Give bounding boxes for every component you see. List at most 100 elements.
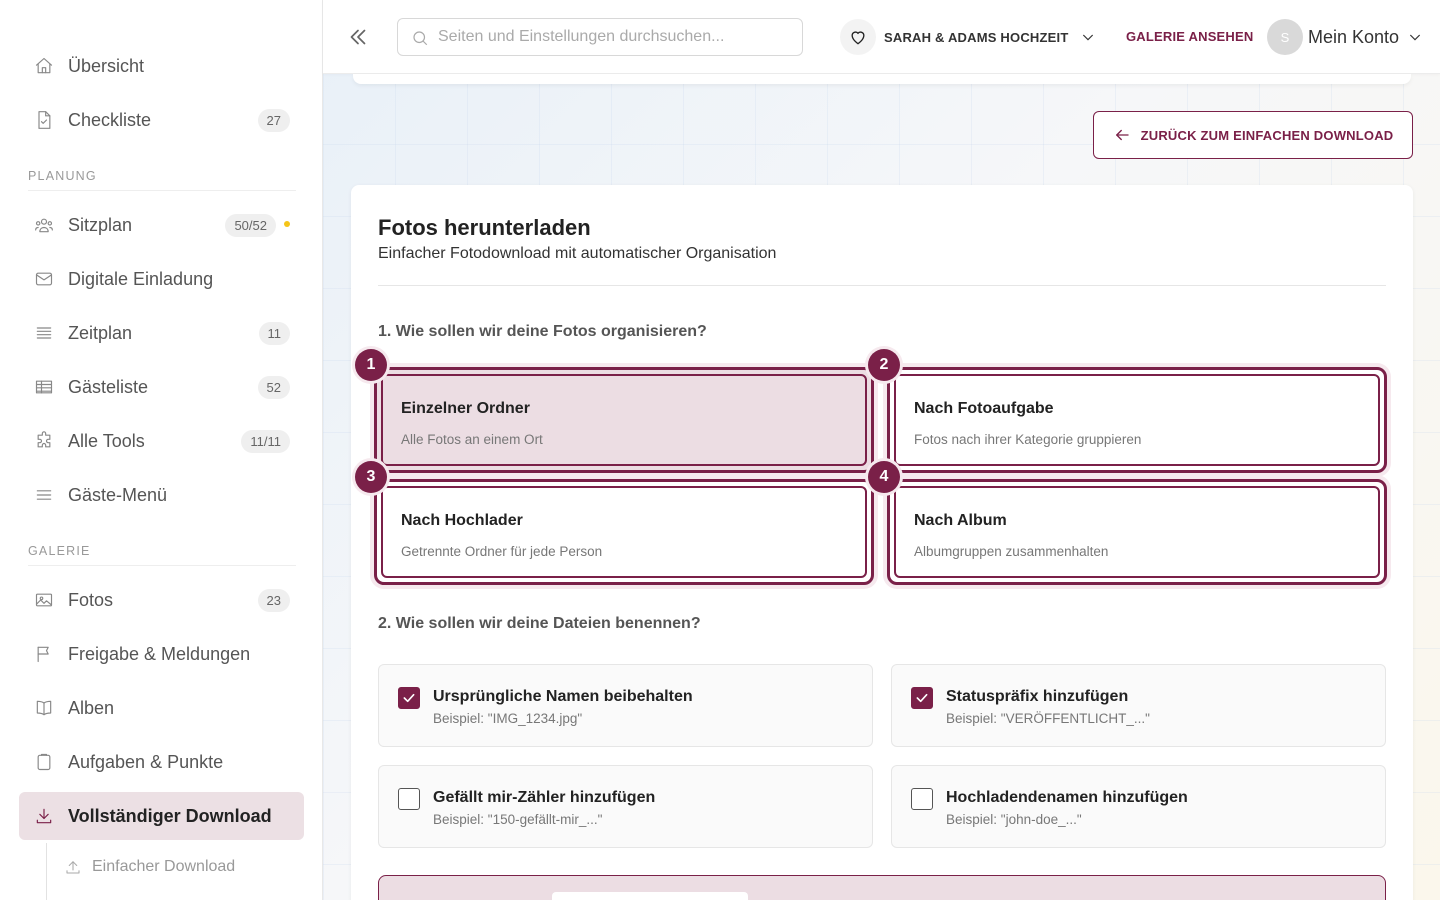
- sidebar-item-label: Digitale Einladung: [68, 268, 214, 289]
- option-single-folder[interactable]: Einzelner Ordner Alle Fotos an einem Ort: [374, 367, 874, 473]
- sidebar-item-label: Aufgaben & Punkte: [68, 751, 224, 772]
- checkbox-title: Statuspräfix hinzufügen: [946, 688, 1129, 705]
- document-check-icon: [33, 109, 55, 131]
- section-title-galerie: GALERIE: [28, 544, 91, 558]
- submenu-line: [46, 843, 47, 900]
- sidebar-item-label: Vollständiger Download: [68, 805, 272, 826]
- upload-icon: [66, 861, 80, 874]
- sidebar-item-checkliste[interactable]: Checkliste 27: [19, 96, 304, 144]
- option-description: Alle Fotos an einem Ort: [401, 432, 543, 447]
- checkbox-title: Hochladendenamen hinzufügen: [946, 789, 1188, 806]
- option-by-uploader[interactable]: Nach Hochlader Getrennte Ordner für jede…: [374, 479, 874, 585]
- option-title: Einzelner Ordner: [401, 400, 530, 417]
- sidebar-item-label: Alle Tools: [68, 430, 145, 451]
- status-dot: [284, 221, 290, 227]
- view-gallery-link[interactable]: GALERIE ANSEHEN: [1126, 29, 1253, 44]
- option-inner-border: [381, 486, 867, 578]
- table-icon: [33, 376, 55, 398]
- check-icon: [916, 693, 928, 703]
- sidebar-item-aufgaben[interactable]: Aufgaben & Punkte: [19, 738, 304, 786]
- puzzle-icon: [33, 430, 55, 452]
- top-bar: SARAH & ADAMS HOCHZEIT GALERIE ANSEHEN S…: [323, 0, 1440, 74]
- home-icon: [33, 55, 55, 77]
- step-number-badge: 2: [868, 349, 900, 381]
- option-title: Nach Album: [914, 512, 1007, 529]
- heart-icon: [840, 19, 876, 55]
- download-card: Fotos herunterladen Einfacher Fotodownlo…: [351, 185, 1413, 900]
- checkbox-example: Beispiel: "150-gefällt-mir_...": [433, 812, 603, 827]
- list-icon: [33, 322, 55, 344]
- sidebar-item-alben[interactable]: Alben: [19, 684, 304, 732]
- checkbox-card-status-prefix[interactable]: Statuspräfix hinzufügen Beispiel: "VERÖF…: [891, 664, 1386, 747]
- sidebar-item-label: Checkliste: [68, 109, 152, 130]
- sidebar-item-fotos[interactable]: Fotos 23: [19, 576, 304, 624]
- count-badge: 52: [257, 376, 290, 399]
- back-to-simple-download-button[interactable]: ZURÜCK ZUM EINFACHEN DOWNLOAD: [1093, 111, 1413, 159]
- option-by-album[interactable]: Nach Album Albumgruppen zusammenhalten: [887, 479, 1387, 585]
- checkbox-example: Beispiel: "john-doe_...": [946, 812, 1082, 827]
- option-inner-border: [894, 486, 1380, 578]
- clipboard-icon: [33, 751, 55, 773]
- count-badge: 50/52: [225, 214, 276, 237]
- option-inner-border: [894, 374, 1380, 466]
- checkbox-example: Beispiel: "IMG_1234.jpg": [433, 711, 583, 726]
- count-badge: 11/11: [241, 430, 290, 453]
- sidebar-item-alle-tools[interactable]: Alle Tools 11/11: [19, 417, 304, 465]
- flag-icon: [33, 643, 55, 665]
- sidebar-subitem-label: Einfacher Download: [92, 858, 236, 875]
- checkbox[interactable]: [911, 687, 933, 709]
- option-inner-border: [381, 374, 867, 466]
- image-icon: [33, 589, 55, 611]
- event-switcher[interactable]: SARAH & ADAMS HOCHZEIT: [840, 19, 1096, 55]
- checkbox[interactable]: [911, 788, 933, 810]
- step-number-badge: 1: [355, 349, 387, 381]
- section-divider: [28, 190, 296, 191]
- checkbox-example: Beispiel: "VERÖFFENTLICHT_...": [946, 711, 1150, 726]
- summary-field[interactable]: [552, 892, 748, 900]
- search-box: [397, 18, 803, 56]
- checkbox[interactable]: [398, 788, 420, 810]
- search-input[interactable]: [438, 19, 793, 55]
- option-title: Nach Fotoaufgabe: [914, 400, 1054, 417]
- sidebar: Übersicht Checkliste 27 PLANUNG Sitzplan…: [0, 0, 323, 900]
- sidebar-item-label: Zeitplan: [68, 322, 133, 343]
- arrow-left-icon: [1115, 129, 1129, 141]
- sidebar-subitem-einfacher-download[interactable]: Einfacher Download: [64, 854, 235, 880]
- avatar: S: [1267, 19, 1303, 55]
- event-name: SARAH & ADAMS HOCHZEIT: [884, 29, 1069, 45]
- option-title: Nach Hochlader: [401, 512, 523, 529]
- sidebar-item-uebersicht[interactable]: Übersicht: [19, 42, 304, 90]
- option-by-photo-task[interactable]: Nach Fotoaufgabe Fotos nach ihrer Katego…: [887, 367, 1387, 473]
- sidebar-item-sitzplan[interactable]: Sitzplan 50/52: [19, 201, 304, 249]
- sidebar-item-vollstaendiger-download[interactable]: Vollständiger Download: [19, 792, 304, 840]
- download-icon: [33, 805, 55, 827]
- question-naming: 2. Wie sollen wir deine Dateien benennen…: [378, 615, 701, 632]
- menu-icon: [33, 484, 55, 506]
- checkbox-card-uploader-name[interactable]: Hochladendenamen hinzufügen Beispiel: "j…: [891, 765, 1386, 848]
- sidebar-item-gaeste-menue[interactable]: Gäste-Menü: [19, 471, 304, 519]
- sidebar-item-freigabe[interactable]: Freigabe & Meldungen: [19, 630, 304, 678]
- count-badge: 27: [257, 109, 290, 132]
- header-shadow-strip: [353, 74, 1411, 84]
- option-description: Fotos nach ihrer Kategorie gruppieren: [914, 432, 1142, 447]
- back-button-label: ZURÜCK ZUM EINFACHEN DOWNLOAD: [1140, 127, 1394, 143]
- sidebar-item-label: Freigabe & Meldungen: [68, 643, 251, 664]
- checkbox-card-like-count[interactable]: Gefällt mir-Zähler hinzufügen Beispiel: …: [378, 765, 873, 848]
- checkbox-title: Ursprüngliche Namen beibehalten: [433, 688, 693, 705]
- chevron-down-icon: [1409, 34, 1421, 41]
- sidebar-item-label: Alben: [68, 697, 115, 718]
- step-number-badge: 4: [868, 461, 900, 493]
- sidebar-item-gaesteliste[interactable]: Gästeliste 52: [19, 363, 304, 411]
- checkbox[interactable]: [398, 687, 420, 709]
- option-description: Albumgruppen zusammenhalten: [914, 544, 1109, 559]
- page-subtitle: Einfacher Fotodownload mit automatischer…: [378, 245, 777, 262]
- sidebar-item-digitale-einladung[interactable]: Digitale Einladung: [19, 255, 304, 303]
- sidebar-item-zeitplan[interactable]: Zeitplan 11: [19, 309, 304, 357]
- download-summary-box: [378, 875, 1386, 900]
- divider: [378, 285, 1386, 286]
- checkbox-card-keep-names[interactable]: Ursprüngliche Namen beibehalten Beispiel…: [378, 664, 873, 747]
- account-menu[interactable]: S Mein Konto: [1267, 18, 1423, 56]
- collapse-sidebar-button[interactable]: [345, 24, 371, 50]
- step-number-badge: 3: [355, 461, 387, 493]
- sidebar-item-label: Fotos: [68, 589, 114, 610]
